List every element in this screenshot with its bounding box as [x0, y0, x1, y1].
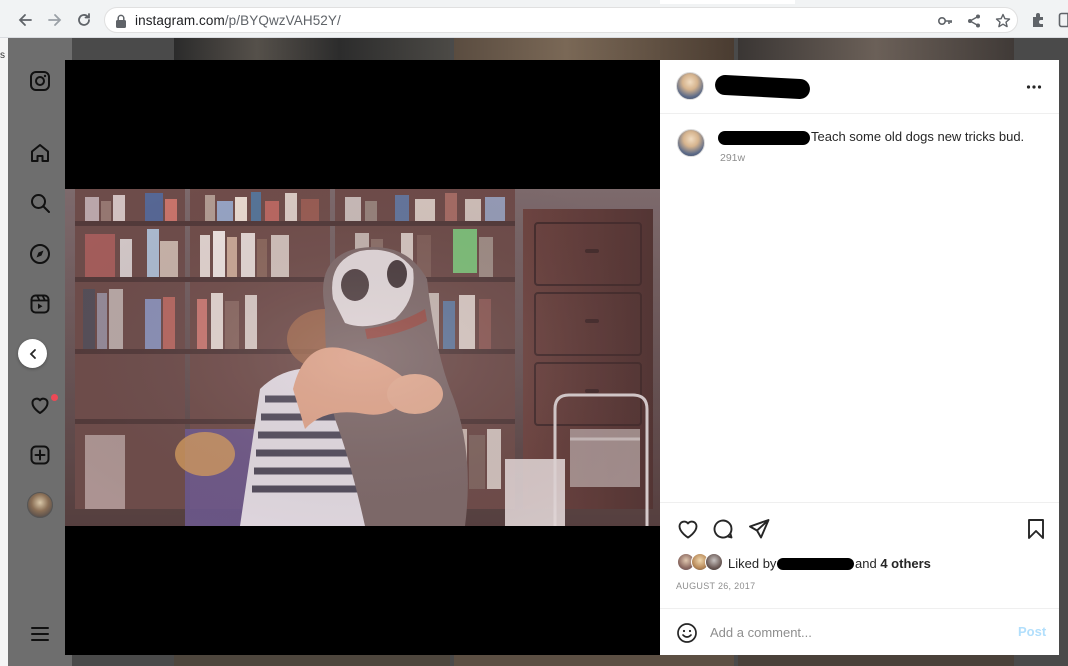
liked-by-others[interactable]: and 4 others	[855, 556, 931, 571]
sidebar-item-explore[interactable]	[28, 242, 52, 266]
key-icon[interactable]	[937, 13, 953, 29]
url-host: instagram.com	[135, 13, 225, 28]
post-date[interactable]: AUGUST 26, 2017	[676, 581, 755, 591]
url-text: instagram.com/p/BYQwzVAH52Y/	[135, 13, 341, 28]
active-tab-edge	[660, 0, 795, 4]
instagram-logo-icon	[30, 71, 50, 91]
grid-thumbnail-bottom-2[interactable]	[454, 654, 734, 666]
post-photo[interactable]	[65, 189, 660, 526]
sidebar-item-profile-avatar[interactable]	[27, 492, 53, 518]
chevron-left-icon	[29, 348, 36, 359]
forward-arrow-icon	[48, 14, 62, 26]
sidebar-item-search[interactable]	[28, 191, 52, 215]
comment-bubble-icon[interactable]	[711, 517, 735, 541]
post-actions: Liked by and 4 others AUGUST 26, 2017	[660, 502, 1059, 608]
reels-icon	[30, 294, 50, 314]
share-paper-plane-icon[interactable]	[747, 517, 771, 541]
edge-text: s	[0, 50, 5, 61]
caption-timestamp[interactable]: 291w	[720, 152, 745, 164]
heart-notifications-icon	[31, 397, 49, 414]
author-avatar[interactable]	[676, 72, 704, 100]
previous-post-button[interactable]	[18, 339, 47, 368]
side-panel-icon[interactable]	[1058, 11, 1068, 29]
grid-thumbnail-bottom-1[interactable]	[174, 654, 450, 666]
redacted-liker-username[interactable]	[777, 558, 854, 570]
forward-button[interactable]	[44, 9, 66, 31]
sidebar-item-reels[interactable]	[28, 292, 52, 316]
liked-by-and: and	[855, 556, 877, 571]
comment-form: Post	[660, 608, 1059, 655]
share-icon[interactable]	[966, 13, 982, 29]
like-heart-icon[interactable]	[676, 517, 700, 541]
grid-thumbnail-top-1[interactable]	[174, 38, 450, 60]
explore-compass-icon	[30, 244, 50, 264]
search-icon	[31, 194, 50, 213]
sidebar-item-notifications[interactable]	[28, 393, 52, 417]
left-edge: s	[0, 38, 8, 666]
sidebar-item-create[interactable]	[28, 443, 52, 467]
reload-icon	[78, 13, 90, 26]
caption-text: Teach some old dogs new tricks bud.	[811, 129, 1025, 144]
liked-by-count[interactable]: 4 others	[880, 556, 931, 571]
post-media	[65, 60, 660, 655]
post-modal: Teach some old dogs new tricks bud. 291w…	[65, 60, 1059, 655]
back-button[interactable]	[14, 9, 36, 31]
dog-hug-photo	[65, 189, 660, 526]
redacted-caption-username[interactable]	[718, 131, 810, 145]
extensions-puzzle-icon[interactable]	[1030, 11, 1048, 29]
reload-button[interactable]	[73, 9, 95, 31]
address-bar[interactable]: instagram.com/p/BYQwzVAH52Y/	[104, 7, 1018, 33]
grid-thumbnail-top-3[interactable]	[738, 38, 1014, 60]
notification-dot	[51, 394, 58, 401]
sidebar-item-logo[interactable]	[28, 69, 52, 93]
comment-input[interactable]	[710, 621, 1000, 643]
url-path: /p/BYQwzVAH52Y/	[224, 13, 341, 28]
liked-by-prefix: Liked by	[728, 556, 777, 571]
create-plus-icon	[30, 445, 50, 465]
liker-avatar	[705, 553, 723, 571]
sidebar-item-home[interactable]	[28, 141, 52, 165]
save-bookmark-icon[interactable]	[1024, 517, 1048, 541]
bookmark-star-icon[interactable]	[995, 13, 1011, 29]
caption-author-avatar[interactable]	[677, 129, 705, 157]
sidebar-item-more[interactable]	[28, 622, 52, 646]
post-details-panel: Teach some old dogs new tricks bud. 291w…	[660, 60, 1059, 655]
back-arrow-icon	[18, 14, 32, 26]
redacted-username[interactable]	[714, 74, 811, 100]
menu-hamburger-icon	[31, 627, 49, 641]
post-header	[660, 60, 1059, 114]
lock-icon	[116, 14, 126, 28]
emoji-smiley-icon[interactable]	[676, 622, 698, 644]
browser-toolbar: instagram.com/p/BYQwzVAH52Y/	[0, 0, 1068, 38]
post-comment-button[interactable]: Post	[1018, 624, 1046, 639]
more-options-icon[interactable]	[1026, 79, 1042, 95]
grid-thumbnail-top-2[interactable]	[454, 38, 734, 60]
liked-by-avatars[interactable]	[677, 553, 727, 573]
home-icon	[31, 144, 49, 162]
grid-thumbnail-bottom-3[interactable]	[738, 654, 1014, 666]
